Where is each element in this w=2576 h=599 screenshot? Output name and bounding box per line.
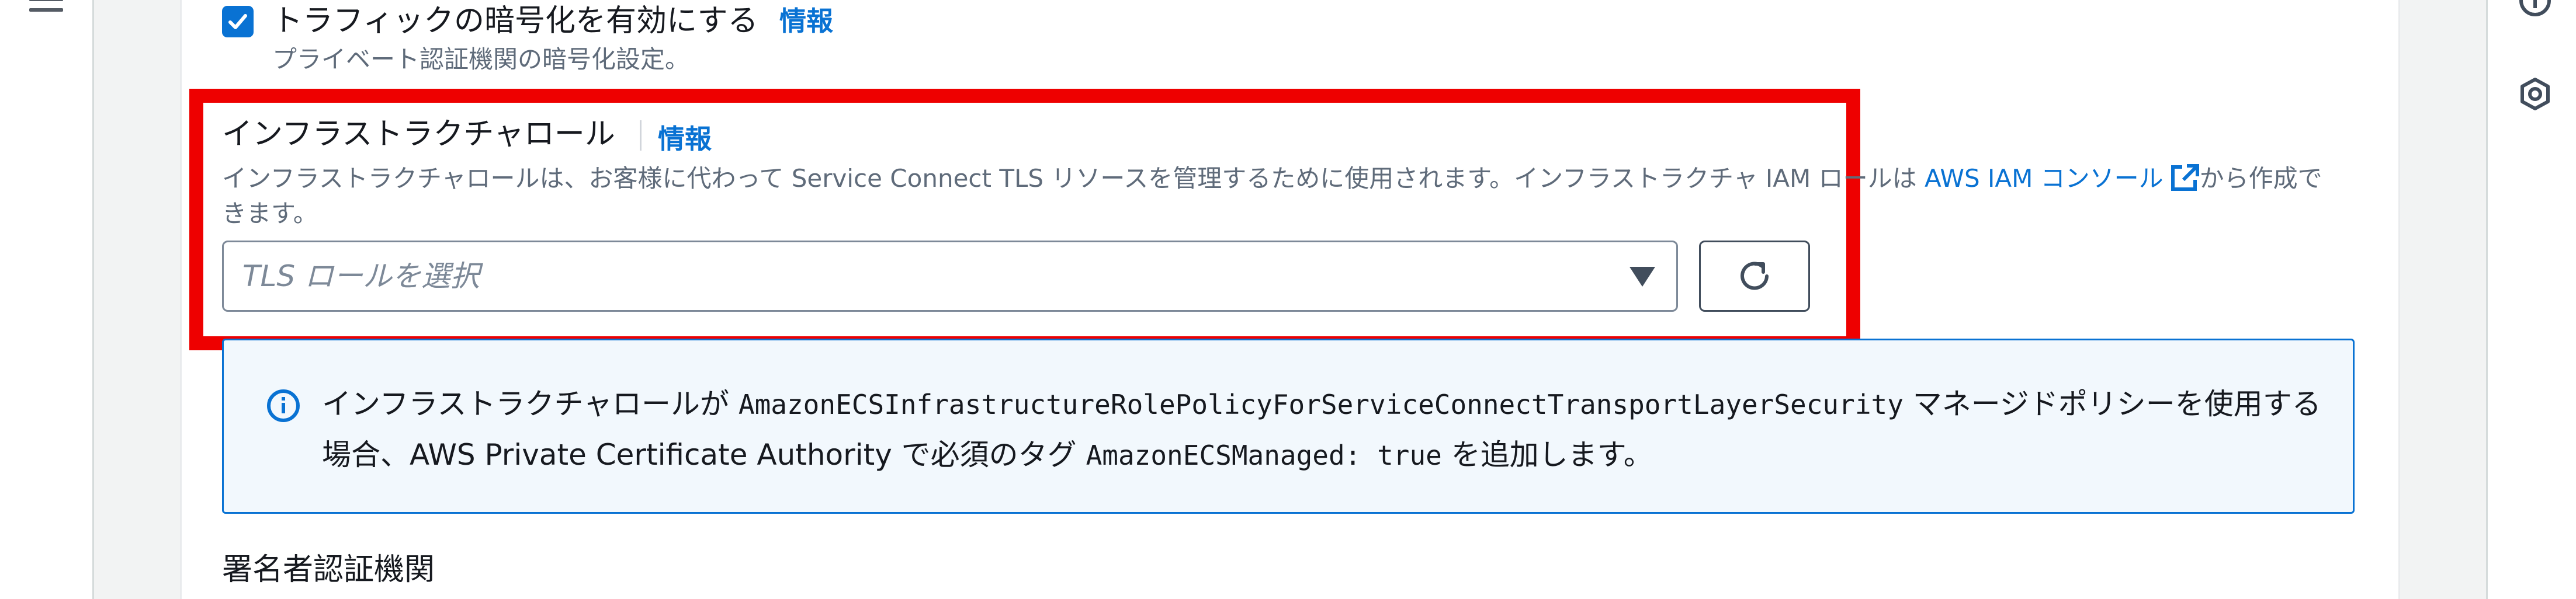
encryption-checkbox-label[interactable]: トラフィックの暗号化を有効にする <box>272 2 758 40</box>
settings-icon[interactable] <box>2518 77 2552 111</box>
description-text: インフラストラクチャロールは、お客様に代わって Service Connect … <box>222 164 1925 193</box>
console-frame: トラフィックの暗号化を有効にする 情報 プライベート認証機関の暗号化設定。 イン… <box>0 0 2576 599</box>
left-rail <box>0 0 92 599</box>
info-circle-icon[interactable] <box>2518 0 2552 18</box>
alert-text: インフラストラクチャロールが AmazonECSInfrastructureRo… <box>322 379 2332 480</box>
info-alert: インフラストラクチャロールが AmazonECSInfrastructureRo… <box>222 339 2355 514</box>
refresh-button[interactable] <box>1699 241 1810 312</box>
infrastructure-role-label: インフラストラクチャロール <box>222 117 615 152</box>
left-gutter <box>92 0 180 599</box>
caret-down-icon <box>1629 267 1655 287</box>
checkmark-icon <box>228 14 247 29</box>
info-circle-icon <box>267 389 300 422</box>
right-gutter <box>2400 0 2486 599</box>
tag-code: AmazonECSManaged: true <box>1086 440 1442 471</box>
tls-role-select[interactable]: TLS ロールを選択 <box>222 241 1678 312</box>
alert-text-part: インフラストラクチャロールが <box>322 387 739 421</box>
infrastructure-role-description: インフラストラクチャロールは、お客様に代わって Service Connect … <box>222 161 2337 231</box>
signer-authority-label: 署名者認証機関 <box>222 552 435 587</box>
label-divider <box>640 120 642 151</box>
alert-text-part: を追加します。 <box>1441 438 1653 472</box>
encryption-info-link[interactable]: 情報 <box>779 4 833 39</box>
external-link-icon[interactable] <box>2169 163 2200 191</box>
encryption-checkbox[interactable] <box>222 6 254 37</box>
right-rail <box>2486 0 2576 599</box>
iam-console-link[interactable]: AWS IAM コンソール <box>1925 164 2164 193</box>
tls-role-select-placeholder: TLS ロールを選択 <box>242 259 480 293</box>
encryption-description: プライベート認証機関の暗号化設定。 <box>272 45 690 74</box>
infrastructure-role-info-link[interactable]: 情報 <box>658 121 712 156</box>
menu-icon[interactable] <box>29 0 63 21</box>
refresh-icon <box>1741 262 1769 290</box>
policy-name-code: AmazonECSInfrastructureRolePolicyForServ… <box>738 389 1904 420</box>
